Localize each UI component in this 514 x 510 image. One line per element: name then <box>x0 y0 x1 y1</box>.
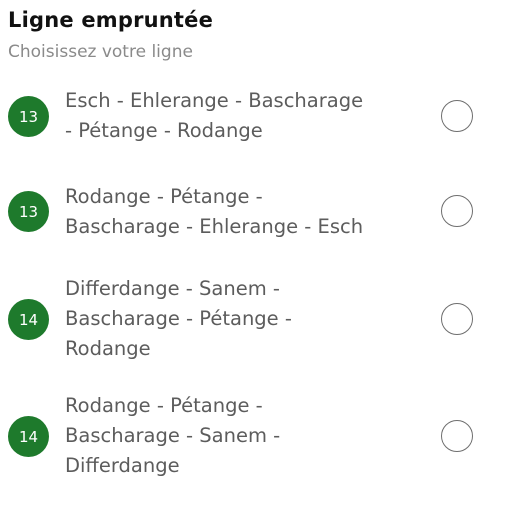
route-label: Rodange - Pétange - Bascharage - Ehleran… <box>65 185 364 238</box>
header: Ligne empruntée Choisissez votre ligne <box>8 6 213 63</box>
route-radio[interactable] <box>441 303 473 335</box>
page-title: Ligne empruntée <box>8 8 214 32</box>
line-badge: 14 <box>8 299 49 340</box>
line-badge: 13 <box>8 96 49 137</box>
route-label: Differdange - Sanem - Bascharage - Pétan… <box>65 277 292 360</box>
route-radio[interactable] <box>441 100 473 132</box>
route-label: Esch - Ehlerange - Bascharage - Pétange … <box>65 89 364 142</box>
line-badge: 14 <box>8 416 49 457</box>
line-badge: 13 <box>8 191 49 232</box>
route-label: Rodange - Pétange - Bascharage - Sanem -… <box>65 394 281 477</box>
route-radio[interactable] <box>441 420 473 452</box>
route-radio[interactable] <box>441 195 473 227</box>
page-subtitle: Choisissez votre ligne <box>8 42 193 62</box>
